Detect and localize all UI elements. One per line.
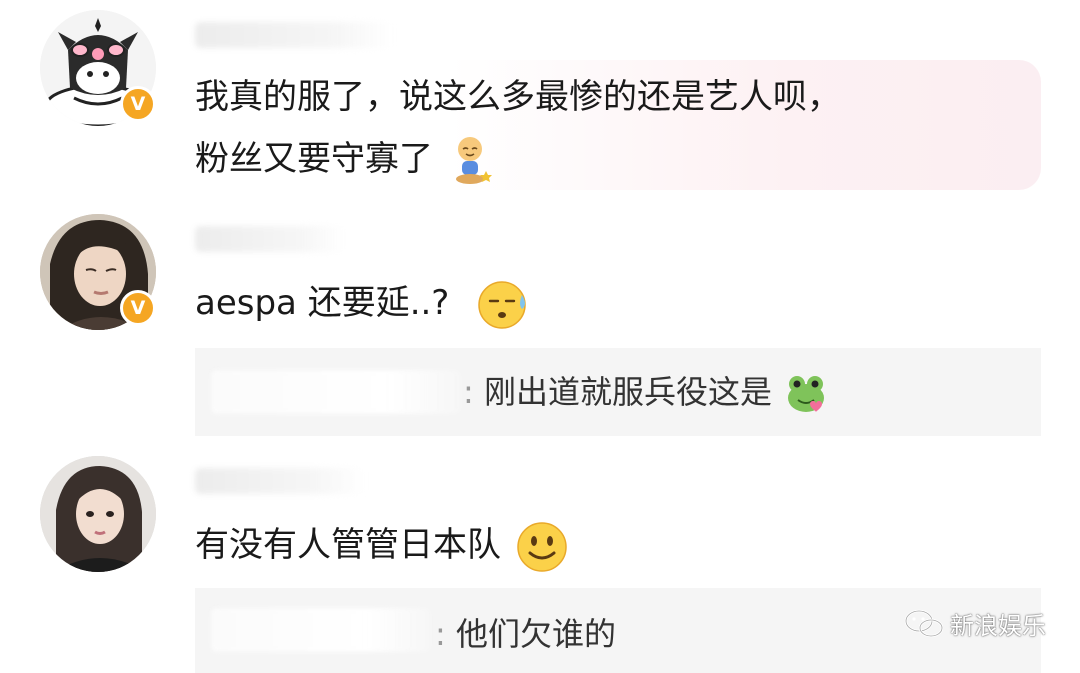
verified-badge: V xyxy=(120,290,156,326)
avatar-user2[interactable]: V xyxy=(40,214,156,330)
comment-text-line2: 粉丝又要守寡了 xyxy=(195,139,433,179)
person-photo-icon xyxy=(40,456,156,572)
comment-text: 有没有人管管日本队 xyxy=(195,525,501,565)
comment-text-row: aespa 还要延..? xyxy=(195,272,530,334)
reply-username-blurred[interactable] xyxy=(211,608,431,652)
sweat-face-emoji xyxy=(478,280,526,329)
comment-item-2: V aespa 还要延..? : 刚出道就服兵役这是 xyxy=(0,200,1080,450)
reply-box[interactable]: : 刚出道就服兵役这是 xyxy=(195,348,1041,436)
watermark: 新浪娱乐 xyxy=(904,606,1046,641)
watermark-text: 新浪娱乐 xyxy=(950,612,1046,640)
reply-text-row: : 刚出道就服兵役这是 xyxy=(463,370,826,414)
username-blurred[interactable] xyxy=(195,226,345,252)
reply-text-row: : 他们欠谁的 xyxy=(435,612,616,656)
avatar-image xyxy=(40,456,156,572)
avatar-kuromi[interactable]: V xyxy=(40,10,156,126)
comment-text-line1: 我真的服了，说这么多最惨的还是艺人呗， xyxy=(195,77,841,117)
reply-text: 刚出道就服兵役这是 xyxy=(483,373,772,411)
frog-heart-emoji xyxy=(788,376,825,412)
comment-text-line2-row: 粉丝又要守寡了 xyxy=(195,128,492,190)
reply-text: 他们欠谁的 xyxy=(455,615,616,653)
username-blurred[interactable] xyxy=(195,22,395,48)
reply-separator: : xyxy=(435,615,446,653)
avatar-user3[interactable] xyxy=(40,456,156,572)
comment-text-row: 有没有人管管日本队 xyxy=(195,514,568,576)
meditating-person-emoji xyxy=(455,136,492,184)
comment-item-1: V 我真的服了，说这么多最惨的还是艺人呗， 粉丝又要守寡了 xyxy=(0,0,1080,200)
wechat-icon xyxy=(904,609,944,637)
smiley-face-emoji xyxy=(517,521,567,572)
reply-username-blurred[interactable] xyxy=(211,370,461,414)
verified-badge: V xyxy=(120,86,156,122)
username-blurred[interactable] xyxy=(195,468,365,494)
reply-separator: : xyxy=(463,373,474,411)
comment-text: aespa 还要延..? xyxy=(195,283,450,323)
